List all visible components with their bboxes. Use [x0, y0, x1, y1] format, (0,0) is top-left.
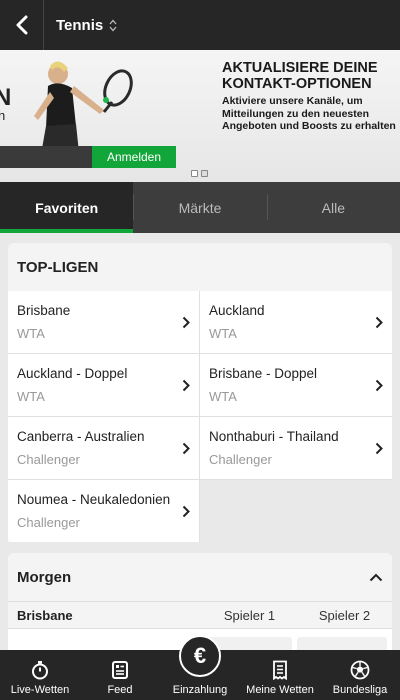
- league-category: Challenger: [17, 515, 80, 530]
- chevron-up-icon: [369, 573, 383, 581]
- league-category: WTA: [17, 326, 45, 341]
- nav-einzahlung[interactable]: € Einzahlung: [160, 635, 240, 700]
- nav-bundesliga[interactable]: Bundesliga: [320, 650, 400, 700]
- nav-label: Meine Wetten: [246, 684, 314, 696]
- carousel-dot[interactable]: [201, 170, 208, 177]
- top-leagues-title: TOP-LIGEN: [8, 243, 392, 291]
- chevron-right-icon: [182, 505, 190, 517]
- betslip-icon: [273, 660, 287, 680]
- nav-label: Bundesliga: [332, 684, 388, 696]
- carousel-dots: [191, 170, 208, 177]
- league-item[interactable]: Brisbane - Doppel WTA: [200, 354, 392, 416]
- league-name: Canberra - Australien: [17, 429, 145, 444]
- promo-banner[interactable]: N h Anmelden AKTUALISIERE DEINE KONTAKT-…: [0, 50, 400, 182]
- sport-selector[interactable]: Tennis: [44, 17, 117, 34]
- tab-bar: Favoriten Märkte Alle: [0, 182, 400, 233]
- tab-favoriten[interactable]: Favoriten: [0, 182, 134, 233]
- tab-alle[interactable]: Alle: [266, 182, 400, 233]
- nav-meine-wetten[interactable]: Meine Wetten: [240, 650, 320, 700]
- feed-icon: [112, 661, 128, 679]
- login-button[interactable]: Anmelden: [92, 146, 176, 168]
- empty-cell: [200, 480, 392, 542]
- league-category: WTA: [17, 389, 45, 404]
- tomorrow-league-header: Brisbane Spieler 1 Spieler 2: [8, 601, 392, 629]
- bottom-nav: Live-Wetten Feed € Einzahlung Meine Wett…: [0, 635, 400, 700]
- league-name: Brisbane - Doppel: [209, 366, 318, 381]
- top-leagues-card: TOP-LIGEN Brisbane WTA Auckland WTA Auckla…: [8, 243, 392, 545]
- chevron-right-icon: [182, 379, 190, 391]
- tomorrow-title: Morgen: [17, 568, 72, 586]
- stopwatch-icon: [32, 661, 48, 680]
- column-player-1: Spieler 1: [223, 607, 276, 623]
- chevron-right-icon: [182, 442, 190, 454]
- league-item[interactable]: Auckland WTA: [200, 291, 392, 353]
- league-name: Auckland - Doppel: [17, 366, 128, 381]
- league-item[interactable]: Noumea - Neukaledonien Challenger: [8, 480, 199, 542]
- league-name: Auckland: [209, 303, 265, 318]
- chevron-right-icon: [375, 316, 383, 328]
- sort-arrows-icon: [109, 19, 117, 31]
- chevron-right-icon: [375, 442, 383, 454]
- banner-headline: AKTUALISIERE DEINE KONTAKT-OPTIONEN: [222, 60, 378, 92]
- chevron-right-icon: [375, 379, 383, 391]
- league-item[interactable]: Brisbane WTA: [8, 291, 199, 353]
- nav-label: Feed: [107, 684, 133, 696]
- back-button[interactable]: [0, 0, 44, 50]
- nav-label: Einzahlung: [172, 684, 228, 696]
- league-category: WTA: [209, 326, 237, 341]
- football-icon: [350, 660, 370, 680]
- tomorrow-header[interactable]: Morgen: [8, 553, 392, 601]
- banner-text: Aktiviere unsere Kanäle, um Mitteilungen…: [222, 95, 396, 132]
- chevron-right-icon: [182, 316, 190, 328]
- banner-left-sub: h: [0, 108, 6, 123]
- tomorrow-league-name: Brisbane: [17, 607, 73, 623]
- back-arrow-icon: [16, 15, 27, 35]
- league-name: Nonthaburi - Thailand: [209, 429, 339, 444]
- top-header: Tennis: [0, 0, 400, 50]
- league-category: Challenger: [17, 452, 80, 467]
- league-grid: Brisbane WTA Auckland WTA Auckland - Doppe…: [8, 291, 392, 542]
- league-category: Challenger: [209, 452, 272, 467]
- league-item[interactable]: Nonthaburi - Thailand Challenger: [200, 417, 392, 479]
- nav-live-wetten[interactable]: Live-Wetten: [0, 650, 80, 700]
- euro-icon: €: [179, 635, 221, 677]
- page-title: Tennis: [56, 16, 104, 34]
- column-player-2: Spieler 2: [318, 607, 371, 623]
- league-name: Brisbane: [17, 303, 71, 318]
- league-item[interactable]: Auckland - Doppel WTA: [8, 354, 199, 416]
- league-name: Noumea - Neukaledonien: [17, 492, 171, 507]
- carousel-dot[interactable]: [191, 170, 198, 177]
- league-item[interactable]: Canberra - Australien Challenger: [8, 417, 199, 479]
- league-category: WTA: [209, 389, 237, 404]
- nav-label: Live-Wetten: [10, 684, 70, 696]
- tab-maerkte[interactable]: Märkte: [133, 182, 266, 233]
- nav-feed[interactable]: Feed: [80, 650, 160, 700]
